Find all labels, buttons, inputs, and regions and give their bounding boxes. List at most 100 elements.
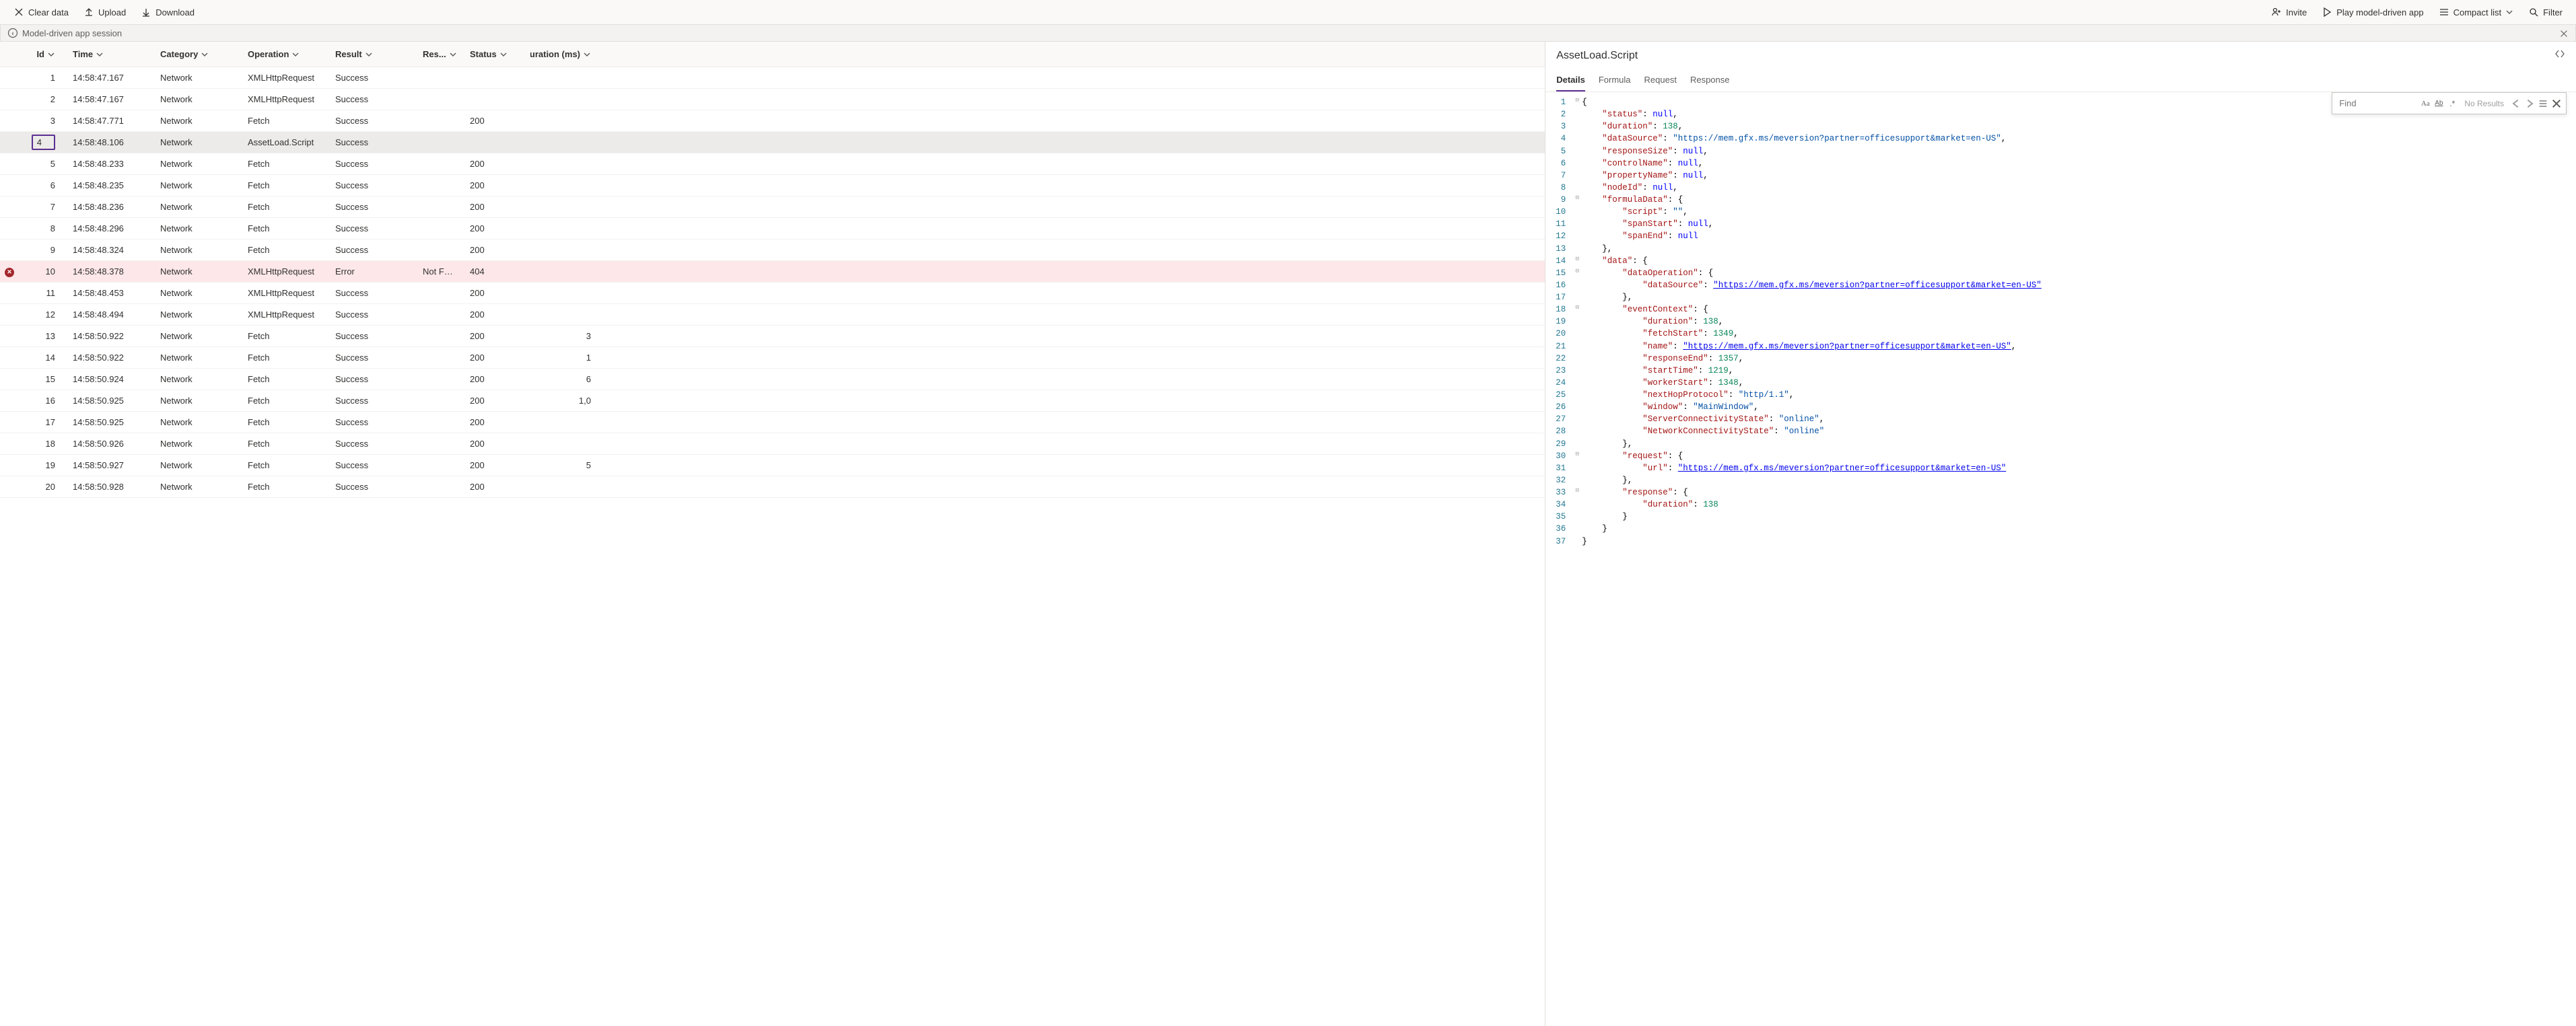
table-row[interactable]: 1414:58:50.922NetworkFetchSuccess2001 <box>0 347 1545 369</box>
table-row[interactable]: 1614:58:50.925NetworkFetchSuccess2001,0 <box>0 390 1545 412</box>
download-button[interactable]: Download <box>134 3 201 22</box>
table-row[interactable]: 814:58:48.296NetworkFetchSuccess200 <box>0 218 1545 240</box>
cell-status: 200 <box>463 331 530 341</box>
table-row[interactable]: 1814:58:50.926NetworkFetchSuccess200 <box>0 433 1545 455</box>
find-in-selection-icon[interactable] <box>2538 98 2548 109</box>
col-id[interactable]: Id <box>19 49 66 59</box>
cell-category: Network <box>153 331 241 341</box>
close-find-icon[interactable] <box>2551 98 2562 109</box>
fold-icon <box>1572 316 1582 328</box>
fold-icon[interactable]: ⊟ <box>1572 96 1582 108</box>
col-reason[interactable]: Res... <box>416 49 463 59</box>
line-number: 11 <box>1545 218 1572 230</box>
filter-button[interactable]: Filter <box>2521 3 2569 22</box>
code-line: 30⊟ "request": { <box>1545 450 2576 462</box>
fold-icon[interactable]: ⊟ <box>1572 303 1582 316</box>
col-time[interactable]: Time <box>66 49 153 59</box>
cell-id: 14 <box>19 353 66 363</box>
find-input[interactable] <box>2336 96 2417 111</box>
cell-time: 14:58:47.167 <box>66 73 153 83</box>
table-body[interactable]: 114:58:47.167NetworkXMLHttpRequestSucces… <box>0 67 1545 1026</box>
table-row[interactable]: 414:58:48.106NetworkAssetLoad.ScriptSucc… <box>0 132 1545 153</box>
cell-result: Success <box>328 374 416 384</box>
table-row[interactable]: 1214:58:48.494NetworkXMLHttpRequestSucce… <box>0 304 1545 326</box>
table-row[interactable]: 314:58:47.771NetworkFetchSuccess200 <box>0 110 1545 132</box>
panel-header: AssetLoad.Script <box>1545 42 2576 69</box>
cell-time: 14:58:48.453 <box>66 288 153 298</box>
code-line: 35 } <box>1545 511 2576 523</box>
tab-response[interactable]: Response <box>1690 69 1730 91</box>
col-status[interactable]: Status <box>463 49 530 59</box>
table-row[interactable]: 2014:58:50.928NetworkFetchSuccess200 <box>0 476 1545 498</box>
session-tab[interactable]: Model-driven app session <box>0 24 2576 42</box>
code-line: 4 "dataSource": "https://mem.gfx.ms/meve… <box>1545 133 2576 145</box>
col-result[interactable]: Result <box>328 49 416 59</box>
table-row[interactable]: 614:58:48.235NetworkFetchSuccess200 <box>0 175 1545 196</box>
col-duration[interactable]: Duration (ms) <box>530 49 604 59</box>
info-icon <box>7 28 18 38</box>
line-number: 28 <box>1545 425 1572 437</box>
code-line: 37} <box>1545 536 2576 548</box>
clear-data-button[interactable]: Clear data <box>7 3 75 22</box>
cell-operation: Fetch <box>241 331 328 341</box>
code-line: 33⊟ "response": { <box>1545 486 2576 499</box>
cell-id: 18 <box>19 439 66 449</box>
fold-icon <box>1572 328 1582 340</box>
regex-icon[interactable]: .* <box>2447 98 2458 109</box>
fold-icon[interactable]: ⊟ <box>1572 267 1582 279</box>
tab-request[interactable]: Request <box>1644 69 1677 91</box>
table-row[interactable]: 514:58:48.233NetworkFetchSuccess200 <box>0 153 1545 175</box>
cell-result: Success <box>328 202 416 212</box>
close-session-icon[interactable] <box>2559 29 2569 40</box>
col-operation[interactable]: Operation <box>241 49 328 59</box>
fold-icon <box>1572 279 1582 291</box>
code-line: 25 "nextHopProtocol": "http/1.1", <box>1545 389 2576 401</box>
cell-result: Success <box>328 482 416 492</box>
cell-id: 16 <box>19 396 66 406</box>
tab-details[interactable]: Details <box>1556 69 1585 91</box>
whole-word-icon[interactable]: Ab <box>2433 98 2444 109</box>
table-row[interactable]: ✕1014:58:48.378NetworkXMLHttpRequestErro… <box>0 261 1545 283</box>
prev-match-icon[interactable] <box>2511 98 2521 109</box>
fold-icon[interactable]: ⊟ <box>1572 194 1582 206</box>
table-row[interactable]: 1114:58:48.453NetworkXMLHttpRequestSucce… <box>0 283 1545 304</box>
table-header-row: Id Time Category Operation Result Res...… <box>0 42 1545 67</box>
fold-icon[interactable]: ⊟ <box>1572 486 1582 499</box>
cell-time: 14:58:50.922 <box>66 353 153 363</box>
play-app-button[interactable]: Play model-driven app <box>2315 3 2430 22</box>
play-label: Play model-driven app <box>2336 7 2423 17</box>
panel-tabs: Details Formula Request Response <box>1545 69 2576 92</box>
compact-list-button[interactable]: Compact list <box>2432 3 2521 22</box>
fold-icon[interactable]: ⊟ <box>1572 450 1582 462</box>
invite-button[interactable]: Invite <box>2264 3 2313 22</box>
fold-icon <box>1572 291 1582 303</box>
line-number: 25 <box>1545 389 1572 401</box>
cell-id: 20 <box>19 482 66 492</box>
code-line: 23 "startTime": 1219, <box>1545 365 2576 377</box>
expand-icon[interactable] <box>2554 48 2565 63</box>
cell-time: 14:58:47.771 <box>66 116 153 126</box>
table-row[interactable]: 114:58:47.167NetworkXMLHttpRequestSucces… <box>0 67 1545 89</box>
code-line: 18⊟ "eventContext": { <box>1545 303 2576 316</box>
table-row[interactable]: 1714:58:50.925NetworkFetchSuccess200 <box>0 412 1545 433</box>
tab-formula[interactable]: Formula <box>1599 69 1631 91</box>
upload-button[interactable]: Upload <box>77 3 133 22</box>
table-row[interactable]: 214:58:47.167NetworkXMLHttpRequestSucces… <box>0 89 1545 110</box>
line-number: 1 <box>1545 96 1572 108</box>
code-viewer[interactable]: Aa Ab .* No Results 1⊟{2 "status": null,… <box>1545 92 2576 1026</box>
code-line: 21 "name": "https://mem.gfx.ms/meversion… <box>1545 340 2576 353</box>
table-row[interactable]: 914:58:48.324NetworkFetchSuccess200 <box>0 240 1545 261</box>
table-row[interactable]: 1514:58:50.924NetworkFetchSuccess2006 <box>0 369 1545 390</box>
match-case-icon[interactable]: Aa <box>2420 98 2431 109</box>
fold-icon[interactable]: ⊟ <box>1572 255 1582 267</box>
col-category[interactable]: Category <box>153 49 241 59</box>
line-number: 3 <box>1545 120 1572 133</box>
table-row[interactable]: 1314:58:50.922NetworkFetchSuccess2003 <box>0 326 1545 347</box>
table-row[interactable]: 1914:58:50.927NetworkFetchSuccess2005 <box>0 455 1545 476</box>
cell-category: Network <box>153 417 241 427</box>
next-match-icon[interactable] <box>2524 98 2535 109</box>
line-number: 15 <box>1545 267 1572 279</box>
session-label: Model-driven app session <box>22 28 122 38</box>
table-row[interactable]: 714:58:48.236NetworkFetchSuccess200 <box>0 196 1545 218</box>
cell-time: 14:58:50.922 <box>66 331 153 341</box>
